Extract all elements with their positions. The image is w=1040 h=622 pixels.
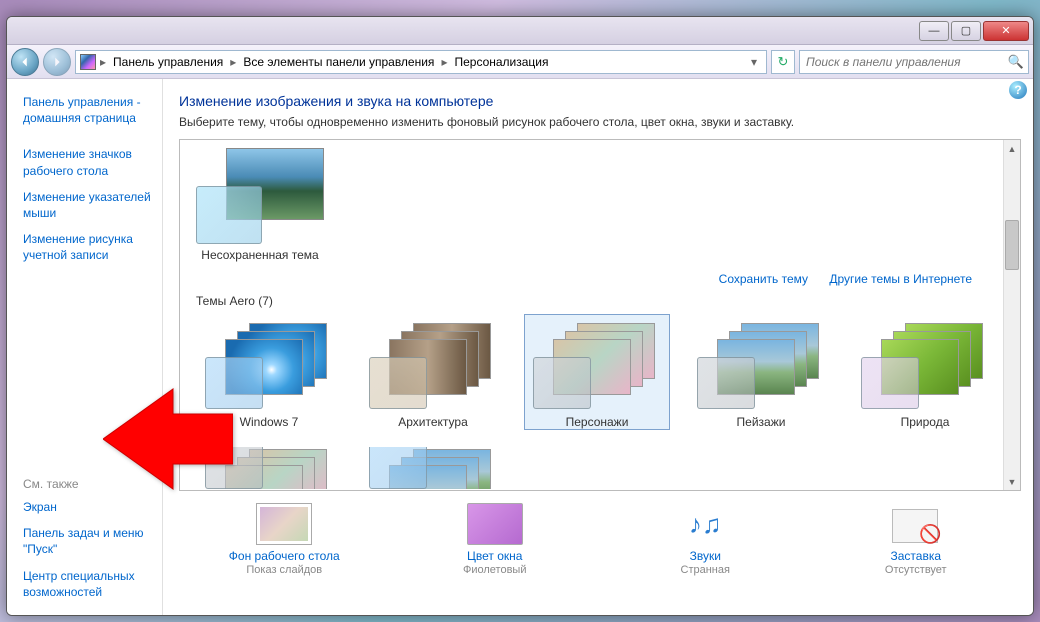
glass-overlay: [369, 357, 427, 409]
glass-overlay: [533, 357, 591, 409]
titlebar[interactable]: — ▢ ✕: [7, 17, 1033, 45]
sidebar-link-taskbar[interactable]: Панель задач и меню "Пуск": [23, 520, 158, 562]
theme-row: Windows 7 Архитектура Персонажи Пейзажи …: [188, 314, 998, 440]
glass-overlay: [196, 186, 262, 244]
search-box[interactable]: 🔍: [799, 50, 1029, 74]
theme-item[interactable]: [360, 440, 506, 491]
bg-icon: [256, 503, 312, 545]
address-dropdown-icon[interactable]: ▾: [746, 55, 762, 69]
page-subtitle: Выберите тему, чтобы одновременно измени…: [179, 115, 1033, 129]
bottom-label: Звуки: [620, 549, 790, 563]
scrollbar[interactable]: ▲ ▼: [1003, 140, 1020, 490]
help-icon[interactable]: ?: [1009, 81, 1027, 99]
theme-label: Архитектура: [361, 415, 505, 429]
breadcrumb-item[interactable]: Персонализация: [451, 54, 551, 70]
scroll-up-icon[interactable]: ▲: [1004, 140, 1020, 157]
minimize-button[interactable]: —: [919, 21, 949, 41]
bottom-label: Фон рабочего стола: [199, 549, 369, 563]
back-button[interactable]: [11, 48, 39, 76]
navigation-bar: ▸ Панель управления ▸ Все элементы панел…: [7, 45, 1033, 79]
sidebar-link-home[interactable]: Панель управления - домашняя страница: [23, 89, 158, 131]
bottom-sublabel: Показ слайдов: [199, 564, 369, 576]
scroll-down-icon[interactable]: ▼: [1004, 473, 1020, 490]
theme-label: Несохраненная тема: [196, 248, 324, 262]
bottom-setting-color[interactable]: Цвет окна Фиолетовый: [410, 503, 580, 576]
bottom-label: Цвет окна: [410, 549, 580, 563]
bottom-setting-saver[interactable]: Заставка Отсутствует: [831, 503, 1001, 576]
breadcrumb-item[interactable]: Панель управления: [110, 54, 226, 70]
bottom-sublabel: Странная: [620, 564, 790, 576]
sidebar-link-account-picture[interactable]: Изменение рисунка учетной записи: [23, 226, 158, 268]
sound-icon: [677, 503, 733, 545]
scroll-thumb[interactable]: [1005, 220, 1019, 270]
bottom-settings-row: Фон рабочего стола Показ слайдов Цвет ок…: [163, 491, 1033, 584]
close-button[interactable]: ✕: [983, 21, 1029, 41]
more-themes-link[interactable]: Другие темы в Интернете: [829, 272, 972, 286]
bottom-setting-sound[interactable]: Звуки Странная: [620, 503, 790, 576]
bottom-sublabel: Отсутствует: [831, 564, 1001, 576]
breadcrumb-separator: ▸: [228, 55, 238, 69]
saver-icon: [888, 503, 944, 545]
maximize-button[interactable]: ▢: [951, 21, 981, 41]
main-content: ? Изменение изображения и звука на компь…: [163, 79, 1033, 615]
breadcrumb-separator: ▸: [98, 55, 108, 69]
bottom-sublabel: Фиолетовый: [410, 564, 580, 576]
annotation-arrow: [103, 359, 233, 524]
aero-section-header: Темы Aero (7): [188, 292, 998, 314]
sidebar-link-desktop-icons[interactable]: Изменение значков рабочего стола: [23, 141, 158, 183]
theme-label: Пейзажи: [689, 415, 833, 429]
address-bar[interactable]: ▸ Панель управления ▸ Все элементы панел…: [75, 50, 767, 74]
search-icon: 🔍: [1008, 54, 1024, 70]
color-icon: [467, 503, 523, 545]
themes-list-box: Несохраненная тема Сохранить тему Другие…: [179, 139, 1021, 491]
theme-row-partial: [188, 440, 998, 491]
theme-item[interactable]: Персонажи: [524, 314, 670, 430]
sidebar-link-mouse-pointers[interactable]: Изменение указателей мыши: [23, 184, 158, 226]
search-input[interactable]: [804, 54, 1008, 70]
theme-item[interactable]: Архитектура: [360, 314, 506, 430]
refresh-button[interactable]: ↻: [771, 50, 795, 74]
glass-overlay: [861, 357, 919, 409]
theme-label: Природа: [853, 415, 997, 429]
bottom-label: Заставка: [831, 549, 1001, 563]
personalization-window: — ▢ ✕ ▸ Панель управления ▸ Все элементы…: [6, 16, 1034, 616]
theme-item[interactable]: Пейзажи: [688, 314, 834, 430]
breadcrumb-item[interactable]: Все элементы панели управления: [240, 54, 437, 70]
breadcrumb-separator: ▸: [439, 55, 449, 69]
control-panel-icon: [80, 54, 96, 70]
theme-label: Персонажи: [525, 415, 669, 429]
forward-button[interactable]: [43, 48, 71, 76]
sidebar: Панель управления - домашняя страница Из…: [7, 79, 163, 615]
glass-overlay: [697, 357, 755, 409]
save-theme-link[interactable]: Сохранить тему: [719, 272, 808, 286]
page-heading: Изменение изображения и звука на компьют…: [179, 93, 1033, 109]
theme-item[interactable]: Природа: [852, 314, 998, 430]
sidebar-link-ease-of-access[interactable]: Центр специальных возможностей: [23, 563, 158, 605]
unsaved-theme-item[interactable]: Несохраненная тема: [196, 148, 324, 262]
